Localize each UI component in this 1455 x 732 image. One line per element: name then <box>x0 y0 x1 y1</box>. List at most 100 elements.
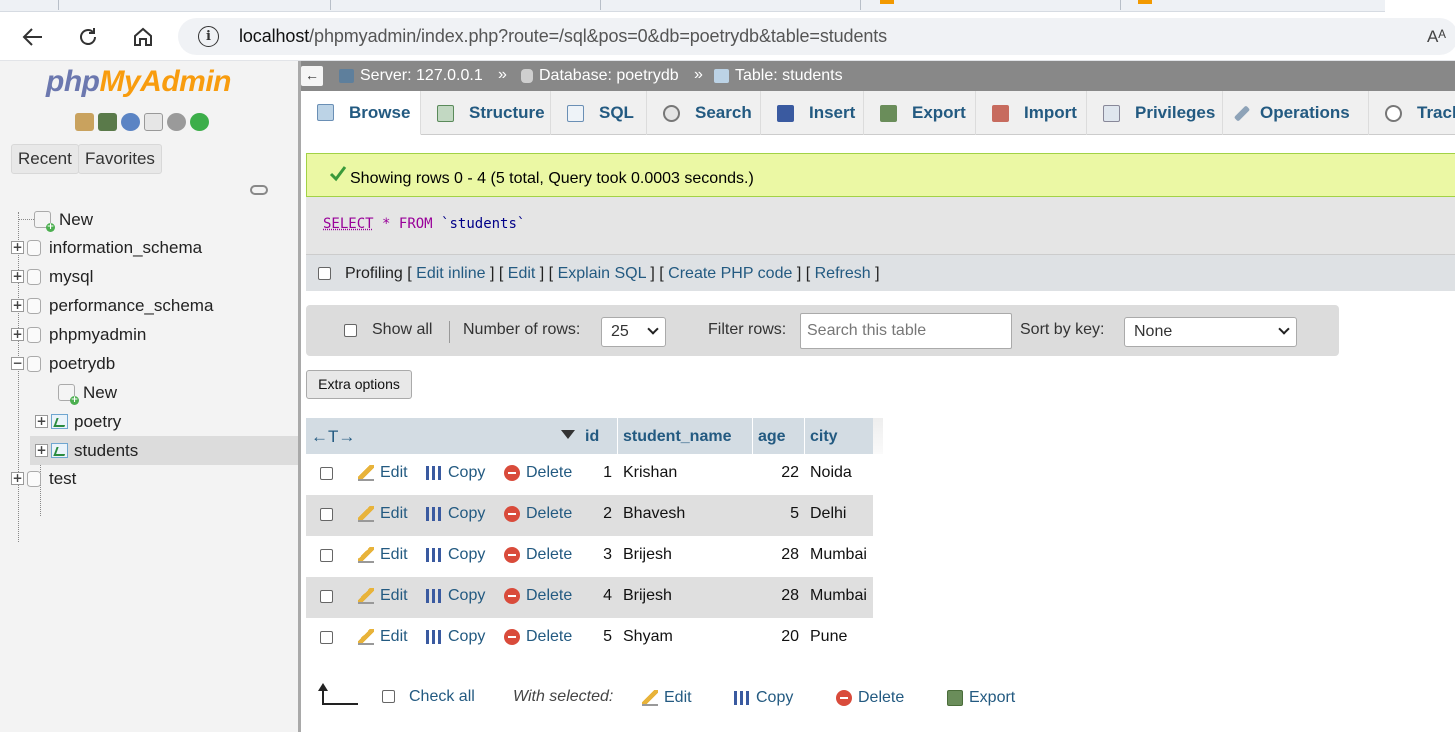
bulk-edit-button[interactable]: Edit <box>642 689 692 707</box>
copy-row-button[interactable]: Copy <box>426 505 485 523</box>
expand-icon[interactable]: + <box>35 444 48 457</box>
row-checkbox[interactable] <box>320 508 333 521</box>
delete-row-button[interactable]: Delete <box>504 464 572 482</box>
sql-keyword-select[interactable]: SELECT <box>323 216 374 232</box>
edit-link[interactable]: Edit <box>508 265 536 282</box>
copy-row-button[interactable]: Copy <box>426 628 485 646</box>
tab-favicon[interactable] <box>1138 0 1152 4</box>
check-all-label[interactable]: Check all <box>409 688 475 706</box>
expand-icon[interactable]: + <box>11 472 24 485</box>
tab-export[interactable]: Export <box>864 91 976 135</box>
address-bar[interactable]: i localhost/phpmyadmin/index.php?route=/… <box>178 18 1455 55</box>
filter-rows-input[interactable]: Search this table <box>800 313 1012 349</box>
tab-favicon[interactable] <box>880 0 894 4</box>
reload-icon[interactable] <box>190 113 209 131</box>
home-button[interactable] <box>128 22 158 52</box>
sort-by-key-select[interactable]: None <box>1124 317 1297 347</box>
tree-item-mysql[interactable]: + mysql <box>11 262 93 291</box>
show-all-label[interactable]: Show all <box>372 321 432 339</box>
tree-item-students[interactable]: + students <box>30 436 298 465</box>
sort-triangle-icon[interactable] <box>561 430 575 439</box>
breadcrumb-server[interactable]: Server: 127.0.0.1 <box>339 67 483 85</box>
nav-resize-handle[interactable] <box>298 61 301 732</box>
tree-item-new[interactable]: New <box>34 205 93 234</box>
column-header-age[interactable]: age <box>753 418 805 454</box>
site-info-icon[interactable]: i <box>198 26 219 47</box>
tree-item-phpmyadmin[interactable]: + phpmyadmin <box>11 320 146 349</box>
tab-import[interactable]: Import <box>976 91 1087 135</box>
gear-icon[interactable] <box>167 113 186 131</box>
recent-button[interactable]: Recent <box>11 144 79 174</box>
tab-operations[interactable]: Operations <box>1223 91 1369 135</box>
tab-insert[interactable]: Insert <box>761 91 864 135</box>
phpmyadmin-logo[interactable]: phpMyAdmin <box>46 65 231 99</box>
tree-item-information-schema[interactable]: + information_schema <box>11 233 202 262</box>
collapse-icon[interactable]: − <box>11 357 24 370</box>
delete-row-button[interactable]: Delete <box>504 628 572 646</box>
column-header-id[interactable]: id <box>580 418 618 454</box>
reload-button[interactable] <box>73 22 103 52</box>
expand-icon[interactable]: + <box>11 241 24 254</box>
row-checkbox[interactable] <box>320 467 333 480</box>
column-header-city[interactable]: city <box>805 418 873 454</box>
delete-row-button[interactable]: Delete <box>504 546 572 564</box>
copy-row-button[interactable]: Copy <box>426 587 485 605</box>
url-text[interactable]: localhost/phpmyadmin/index.php?route=/sq… <box>239 26 887 47</box>
tab-tracking[interactable]: Track <box>1369 91 1455 135</box>
active-browser-tab[interactable] <box>1385 0 1455 12</box>
expand-icon[interactable]: + <box>11 270 24 283</box>
copy-row-button[interactable]: Copy <box>426 546 485 564</box>
tree-item-performance-schema[interactable]: + performance_schema <box>11 291 213 320</box>
back-button[interactable] <box>18 22 48 52</box>
tree-item-test[interactable]: + test <box>11 464 76 493</box>
row-checkbox[interactable] <box>320 590 333 603</box>
create-php-code-link[interactable]: Create PHP code <box>668 265 792 282</box>
copy-row-button[interactable]: Copy <box>426 464 485 482</box>
read-aloud-icon[interactable]: Aᴬ <box>1427 27 1446 47</box>
edit-row-button[interactable]: Edit <box>358 628 408 646</box>
help-icon[interactable] <box>121 113 140 131</box>
logout-icon[interactable] <box>98 113 117 131</box>
breadcrumb-database[interactable]: Database: poetrydb <box>521 67 679 85</box>
bulk-export-button[interactable]: Export <box>947 689 1015 707</box>
refresh-link[interactable]: Refresh <box>815 265 871 282</box>
edit-row-button[interactable]: Edit <box>358 464 408 482</box>
expand-icon[interactable]: + <box>35 415 48 428</box>
profiling-checkbox[interactable] <box>318 267 331 280</box>
check-all-checkbox[interactable] <box>382 690 395 703</box>
tree-item-new-table[interactable]: New <box>58 378 117 407</box>
collapse-nav-arrow-icon[interactable]: ← <box>301 66 323 86</box>
bulk-copy-button[interactable]: Copy <box>734 689 793 707</box>
tree-item-poetrydb[interactable]: − poetrydb <box>11 349 115 378</box>
show-all-checkbox[interactable] <box>344 324 357 337</box>
tab-browse[interactable]: Browse <box>301 91 421 135</box>
tree-line <box>18 219 34 220</box>
delete-row-button[interactable]: Delete <box>504 505 572 523</box>
extra-options-button[interactable]: Extra options <box>306 370 412 399</box>
column-resize-arrows[interactable]: ←T→ <box>306 418 578 454</box>
edit-row-button[interactable]: Edit <box>358 505 408 523</box>
tab-structure[interactable]: Structure <box>421 91 551 135</box>
tab-sql[interactable]: SQL <box>551 91 647 135</box>
delete-row-button[interactable]: Delete <box>504 587 572 605</box>
row-checkbox[interactable] <box>320 631 333 644</box>
explain-sql-link[interactable]: Explain SQL <box>558 265 646 282</box>
breadcrumb-table[interactable]: Table: students <box>714 67 843 85</box>
tab-privileges[interactable]: Privileges <box>1087 91 1223 135</box>
row-checkbox[interactable] <box>320 549 333 562</box>
delete-icon <box>504 629 520 645</box>
tab-search[interactable]: Search <box>647 91 761 135</box>
edit-row-button[interactable]: Edit <box>358 587 408 605</box>
link-icon[interactable] <box>250 185 268 195</box>
home-icon[interactable] <box>75 113 94 131</box>
expand-icon[interactable]: + <box>11 299 24 312</box>
number-of-rows-select[interactable]: 25 <box>601 317 666 347</box>
docs-icon[interactable] <box>144 113 163 131</box>
tree-item-poetry[interactable]: + poetry <box>35 407 121 436</box>
favorites-button[interactable]: Favorites <box>78 144 162 174</box>
column-header-student-name[interactable]: student_name <box>618 418 753 454</box>
edit-inline-link[interactable]: Edit inline <box>416 265 485 282</box>
expand-icon[interactable]: + <box>11 328 24 341</box>
bulk-delete-button[interactable]: Delete <box>836 689 904 707</box>
edit-row-button[interactable]: Edit <box>358 546 408 564</box>
